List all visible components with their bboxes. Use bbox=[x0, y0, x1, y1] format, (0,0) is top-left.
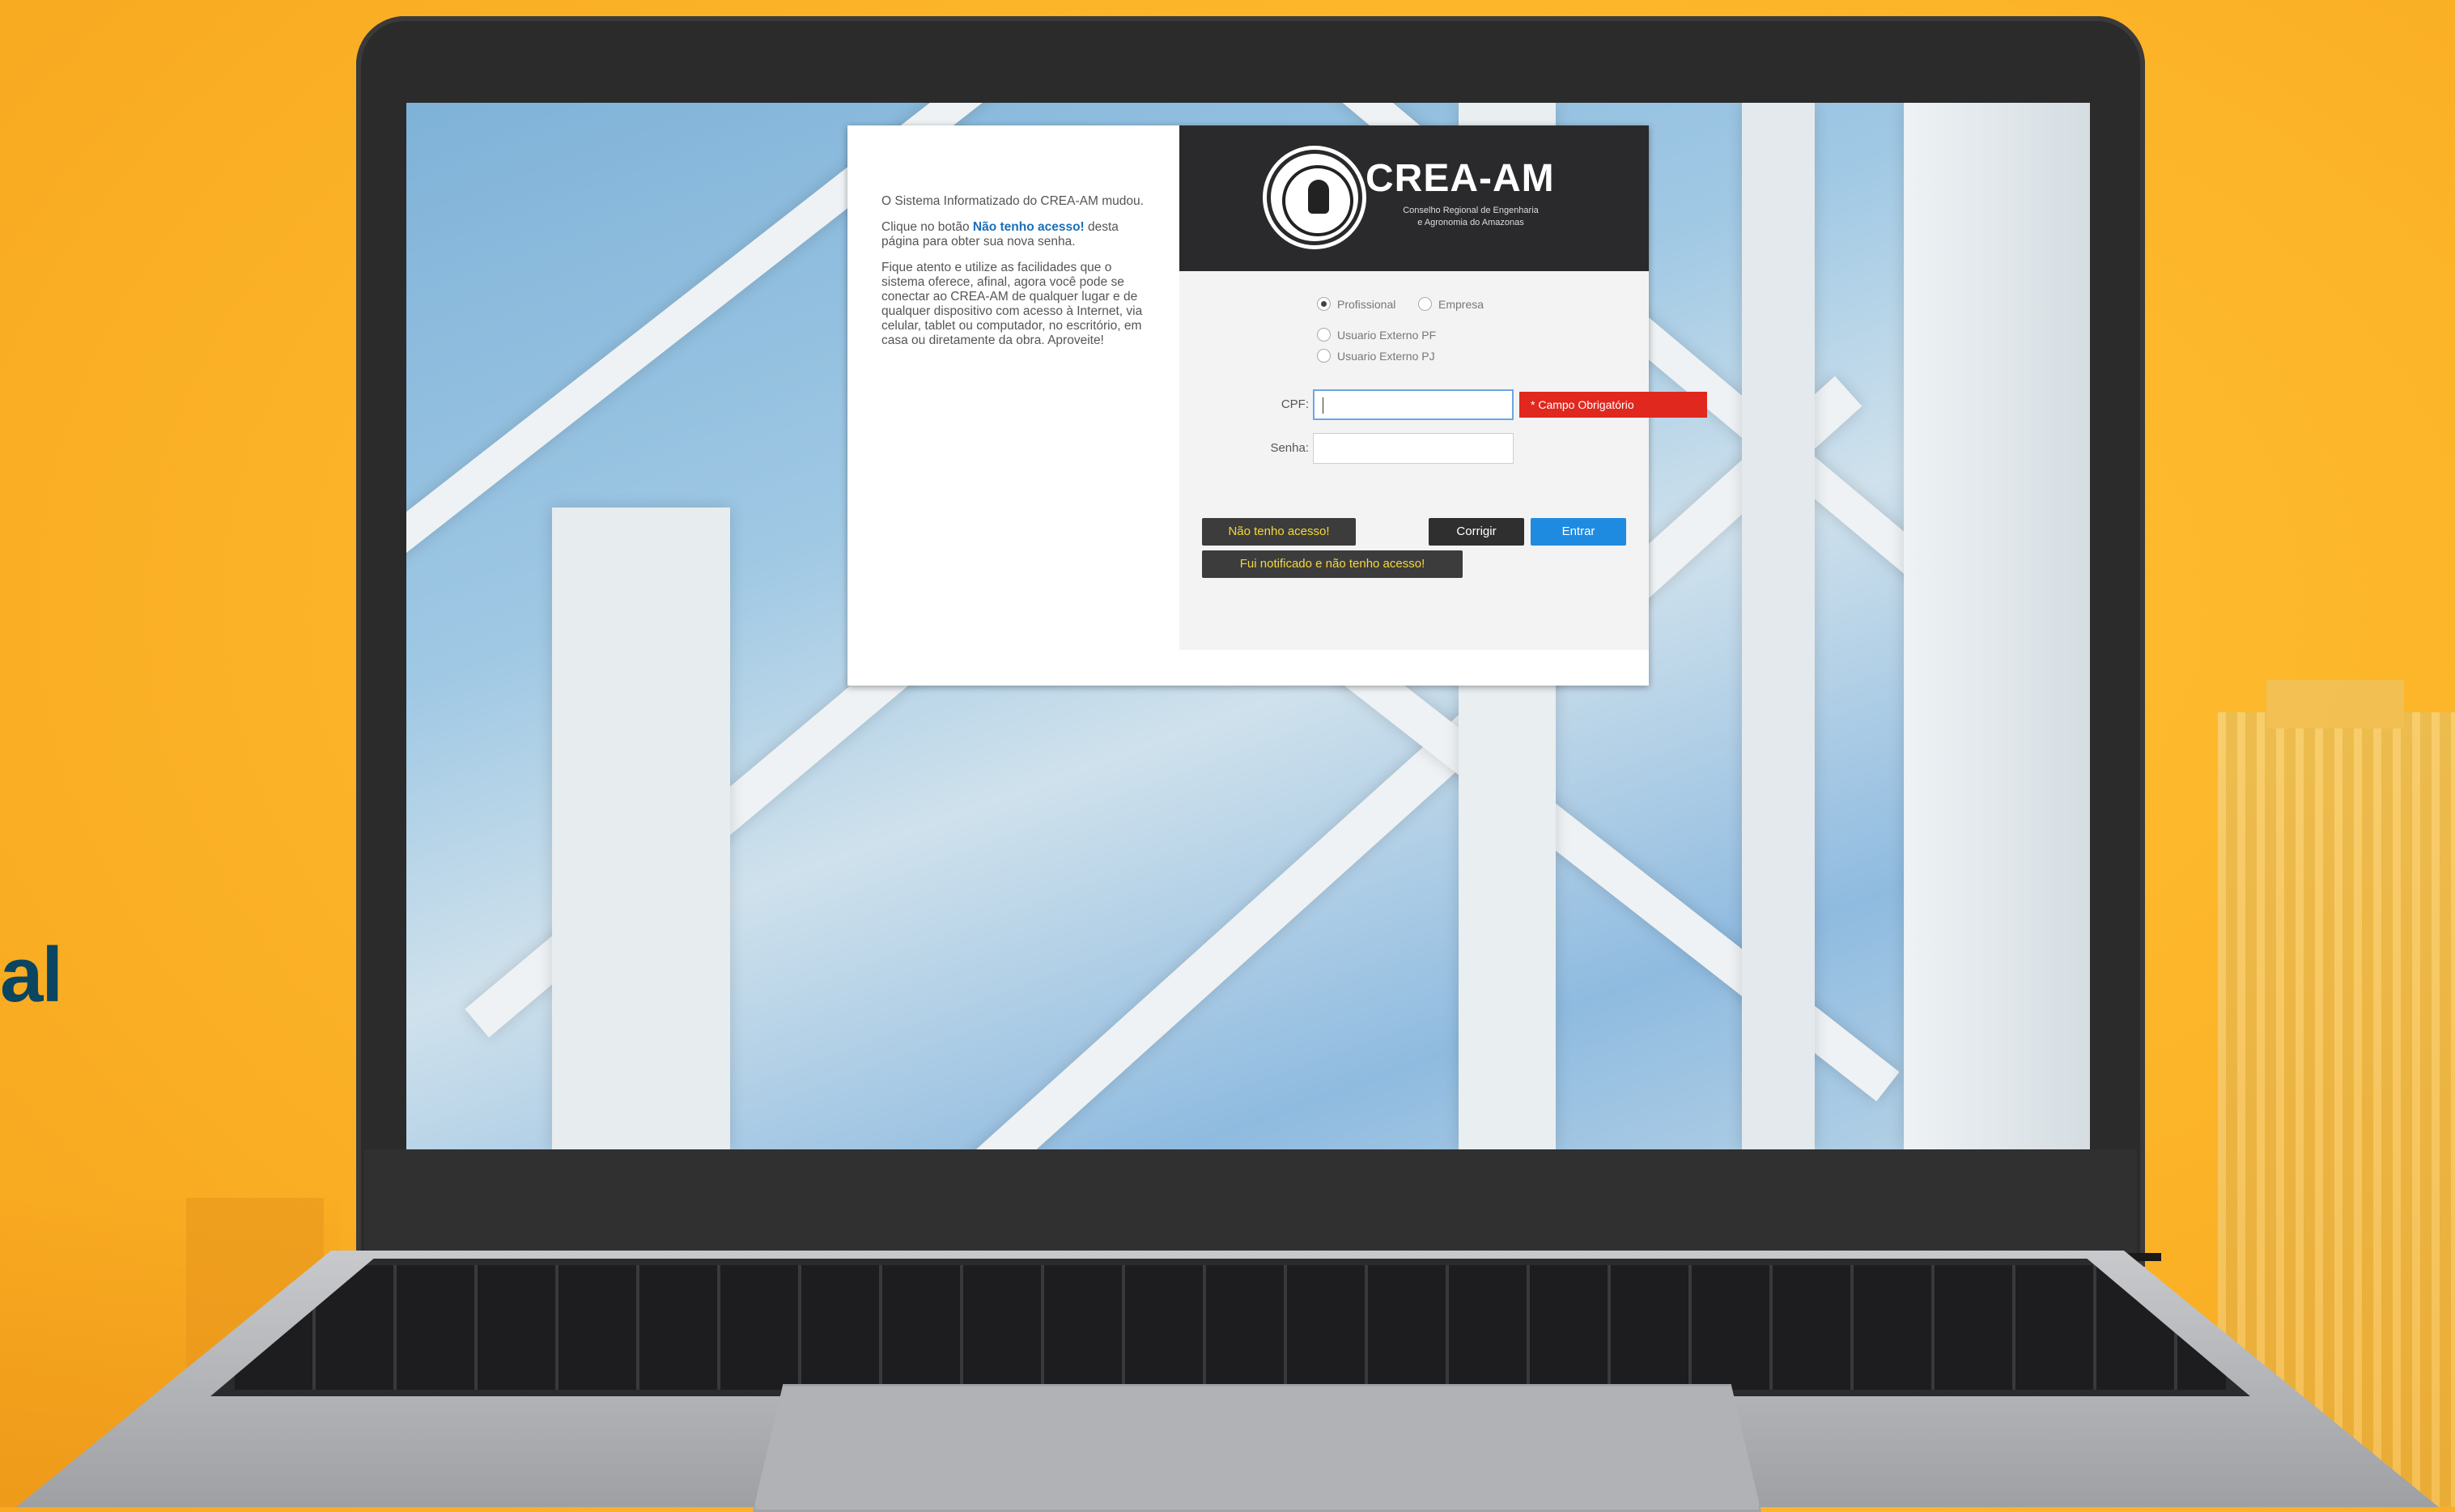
info-paragraph-2-start: Clique no botão bbox=[881, 220, 973, 234]
cpf-required-error: * Campo Obrigatório bbox=[1519, 392, 1707, 418]
no-access-button[interactable]: Não tenho acesso! bbox=[1202, 518, 1356, 546]
radio-profissional-label: Profissional bbox=[1337, 297, 1396, 311]
info-paragraph-1: O Sistema Informatizado do CREA-AM mudou… bbox=[881, 194, 1144, 208]
crea-seal-logo bbox=[1267, 150, 1362, 245]
radio-pf-label: Usuario Externo PF bbox=[1337, 328, 1437, 342]
info-text: O Sistema Informatizado do CREA-AM mudou… bbox=[881, 194, 1149, 359]
info-paragraph-3: Fique atento e utilize as facilidades qu… bbox=[881, 261, 1143, 347]
structural-column bbox=[552, 508, 730, 1149]
radio-usuario-externo-pf[interactable]: Usuario Externo PF bbox=[1317, 328, 1436, 342]
structural-column bbox=[1742, 103, 1815, 1149]
entrar-button[interactable]: Entrar bbox=[1531, 518, 1626, 546]
login-dialog: O Sistema Informatizado do CREA-AM mudou… bbox=[847, 125, 1707, 686]
structural-panel bbox=[1904, 103, 2090, 1149]
senha-label: Senha: bbox=[1270, 441, 1309, 455]
senha-input[interactable] bbox=[1313, 433, 1514, 464]
partial-heading-text: al bbox=[0, 932, 63, 1018]
corrigir-button[interactable]: Corrigir bbox=[1429, 518, 1524, 546]
login-panel: CREA-AM Conselho Regional de Engenharia … bbox=[1179, 125, 1707, 650]
laptop-keyboard bbox=[210, 1259, 2250, 1396]
brand-name: CREA-AM bbox=[1366, 157, 1555, 200]
cpf-label: CPF: bbox=[1281, 397, 1309, 411]
info-paragraph-2: Clique no botão Não tenho acesso! desta … bbox=[881, 220, 1149, 249]
info-panel: O Sistema Informatizado do CREA-AM mudou… bbox=[847, 125, 1175, 686]
radio-profissional-indicator[interactable] bbox=[1317, 297, 1331, 311]
login-header: CREA-AM Conselho Regional de Engenharia … bbox=[1179, 125, 1649, 271]
laptop-trackpad bbox=[753, 1384, 1761, 1512]
brand-subtitle-line-2: e Agronomia do Amazonas bbox=[1417, 218, 1524, 227]
radio-profissional[interactable]: Profissional bbox=[1317, 297, 1395, 311]
radio-pj-indicator[interactable] bbox=[1317, 349, 1331, 363]
radio-pf-indicator[interactable] bbox=[1317, 328, 1331, 342]
brand-subtitle-line-1: Conselho Regional de Engenharia bbox=[1403, 206, 1539, 215]
notified-no-access-button[interactable]: Fui notificado e não tenho acesso! bbox=[1202, 550, 1463, 578]
cpf-input[interactable] bbox=[1313, 389, 1514, 420]
brand-subtitle: Conselho Regional de Engenharia e Agrono… bbox=[1390, 205, 1552, 229]
laptop-bezel-bottom bbox=[364, 1149, 2137, 1259]
radio-pj-label: Usuario Externo PJ bbox=[1337, 349, 1435, 363]
radio-empresa-indicator[interactable] bbox=[1418, 297, 1432, 311]
no-access-inline-link: Não tenho acesso! bbox=[972, 220, 1085, 234]
radio-empresa-label: Empresa bbox=[1438, 297, 1484, 311]
radio-usuario-externo-pj[interactable]: Usuario Externo PJ bbox=[1317, 349, 1435, 363]
radio-empresa[interactable]: Empresa bbox=[1418, 297, 1484, 311]
